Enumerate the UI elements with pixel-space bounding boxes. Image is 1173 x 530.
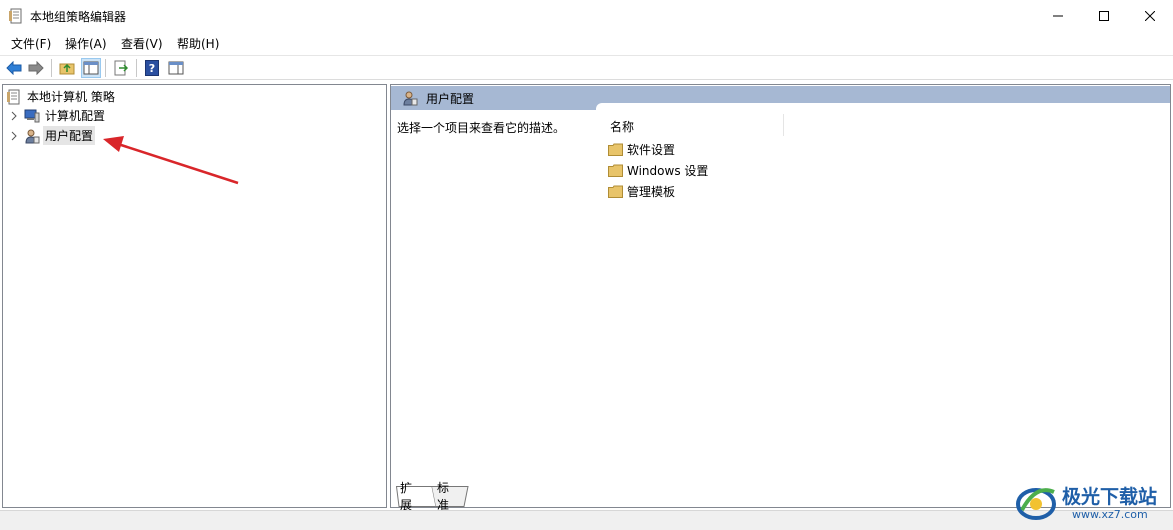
minimize-icon: [1053, 15, 1063, 16]
show-hide-tree-icon: [83, 61, 99, 75]
list-item-windows-settings[interactable]: Windows 设置: [608, 161, 708, 179]
tree-item-label: 用户配置: [43, 126, 96, 145]
close-button[interactable]: [1127, 0, 1173, 31]
minimize-button[interactable]: [1035, 0, 1081, 31]
chevron-right-icon[interactable]: [9, 111, 19, 121]
menu-action[interactable]: 操作(A): [64, 35, 108, 52]
watermark-brand: 极光下载站: [1062, 486, 1158, 508]
watermark-url: www.xz7.com: [1072, 508, 1148, 521]
maximize-button[interactable]: [1081, 0, 1127, 31]
watermark-logo-icon: [1016, 488, 1056, 520]
toolbar: ?: [0, 55, 1173, 80]
column-divider[interactable]: [783, 114, 784, 136]
title-bar: 本地组策略编辑器: [0, 0, 1173, 31]
chevron-right-icon[interactable]: [9, 131, 19, 141]
folder-icon: [608, 164, 623, 177]
up-folder-icon: [59, 63, 75, 75]
show-hide-tree-button[interactable]: [81, 58, 101, 78]
up-one-level-button[interactable]: [57, 58, 77, 78]
details-list: 名称 软件设置 Windows 设置 管理模板: [596, 103, 1170, 484]
export-list-button[interactable]: [111, 58, 131, 78]
help-button[interactable]: ?: [142, 58, 162, 78]
folder-icon: [608, 185, 623, 198]
menu-file[interactable]: 文件(F): [10, 35, 52, 52]
list-item-software-settings[interactable]: 软件设置: [608, 140, 675, 158]
watermark: 极光下载站 www.xz7.com: [1012, 478, 1172, 528]
user-icon: [403, 91, 418, 106]
details-header-title: 用户配置: [426, 91, 475, 106]
folder-icon: [608, 143, 623, 156]
menu-help[interactable]: 帮助(H): [176, 35, 220, 52]
forward-icon: [28, 61, 44, 75]
policy-document-icon: [7, 89, 20, 104]
tree-item-label: 计算机配置: [45, 109, 106, 123]
window-title: 本地组策略编辑器: [30, 10, 127, 24]
close-icon: [1145, 10, 1155, 21]
console-tree-pane: 本地计算机 策略 计算机配置 用户配置: [2, 84, 387, 508]
details-pane: 用户配置 选择一个项目来查看它的描述。 名称 软件设置 Windows 设置 管…: [390, 84, 1171, 512]
tree-root-label: 本地计算机 策略: [27, 90, 115, 104]
toolbar-separator: [105, 59, 106, 77]
help-icon: ?: [145, 60, 159, 76]
user-icon: [25, 129, 40, 143]
computer-icon: [24, 109, 40, 122]
svg-text:?: ?: [149, 62, 155, 75]
list-item-label: Windows 设置: [627, 163, 709, 178]
back-icon: [6, 61, 22, 75]
forward-button[interactable]: [26, 58, 46, 78]
back-button[interactable]: [4, 58, 24, 78]
toolbar-separator: [136, 59, 137, 77]
tree-root[interactable]: 本地计算机 策略: [6, 87, 117, 106]
list-item-label: 管理模板: [627, 184, 676, 199]
properties-icon: [168, 61, 184, 75]
list-item-admin-templates[interactable]: 管理模板: [608, 182, 675, 200]
toolbar-separator: [51, 59, 52, 77]
maximize-icon: [1099, 10, 1109, 21]
tab-extended[interactable]: 扩展: [400, 481, 412, 512]
column-header-name[interactable]: 名称: [610, 118, 634, 135]
tree-item-user-config[interactable]: 用户配置: [9, 126, 96, 145]
tab-standard[interactable]: 标准: [437, 481, 449, 512]
properties-button[interactable]: [166, 58, 186, 78]
export-list-icon: [114, 60, 129, 76]
status-bar: [0, 510, 1173, 530]
tree-item-computer-config[interactable]: 计算机配置: [9, 106, 107, 125]
policy-editor-app-icon: [9, 8, 22, 24]
menu-bar: 文件(F) 操作(A) 查看(V) 帮助(H): [0, 32, 1173, 54]
item-description: 选择一个项目来查看它的描述。: [397, 121, 566, 135]
menu-view[interactable]: 查看(V): [120, 35, 164, 52]
list-item-label: 软件设置: [627, 142, 676, 157]
